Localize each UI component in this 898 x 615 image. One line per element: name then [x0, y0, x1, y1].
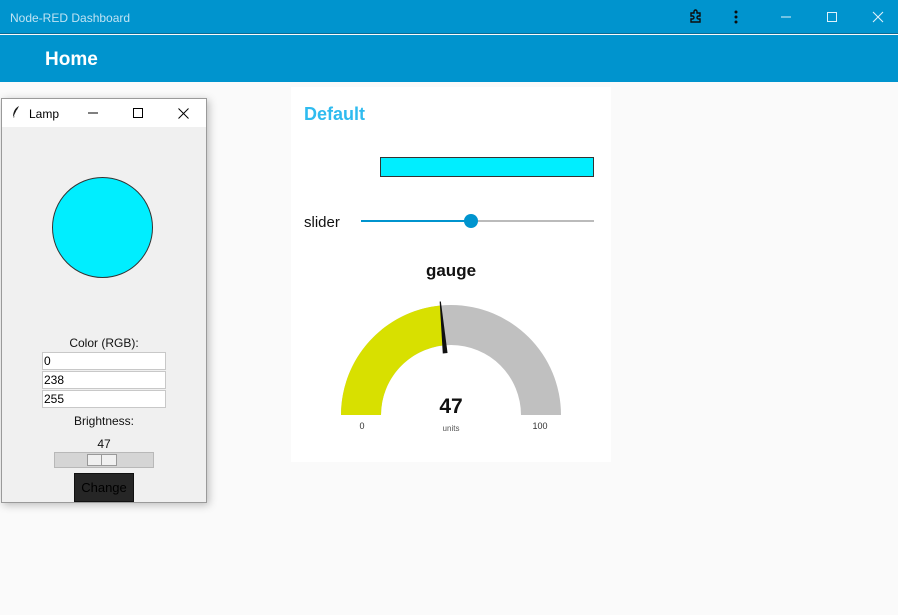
brightness-value: 47 — [97, 437, 111, 451]
gauge-min-label: 0 — [359, 421, 364, 431]
green-input[interactable] — [42, 371, 166, 389]
color-bar — [380, 157, 594, 177]
gauge: 47 units 0 100 — [341, 301, 561, 433]
lamp-maximize-icon[interactable] — [127, 103, 149, 123]
lamp-circle — [52, 177, 153, 278]
maximize-icon[interactable] — [809, 0, 855, 34]
lamp-close-icon[interactable] — [172, 103, 194, 123]
gauge-value-arc — [341, 305, 445, 415]
brightness-scale-thumb[interactable] — [86, 454, 117, 466]
gauge-max-label: 100 — [532, 421, 547, 431]
lamp-minimize-icon[interactable] — [82, 103, 104, 123]
lamp-window-title: Lamp — [29, 107, 60, 121]
blue-input[interactable] — [42, 390, 166, 408]
group-title: Default — [304, 104, 366, 124]
dashboard-group-card: Default slider gauge 47 units 0 100 — [291, 87, 611, 462]
gauge-value: 47 — [439, 395, 462, 418]
minimize-icon[interactable] — [763, 0, 809, 34]
slider-fill — [361, 220, 471, 222]
app-title: Node-RED Dashboard — [10, 11, 131, 25]
change-button[interactable]: Change — [74, 473, 134, 502]
slider-label: slider — [304, 214, 340, 231]
slider-track[interactable] — [361, 214, 594, 228]
brightness-scale[interactable] — [54, 452, 154, 468]
kebab-menu-icon[interactable] — [713, 0, 759, 34]
app-titlebar: Node-RED Dashboard — [0, 0, 898, 34]
lamp-window: Lamp Color (RGB): Brightness: 47 Change — [1, 98, 207, 503]
lamp-titlebar: Lamp — [2, 99, 206, 127]
page-title: Home — [45, 49, 98, 70]
brightness-label: Brightness: — [73, 414, 135, 428]
gauge-units: units — [443, 424, 460, 433]
dashboard-toolbar: Home — [0, 35, 898, 82]
color-label: Color (RGB): — [69, 336, 139, 350]
red-input[interactable] — [42, 352, 166, 370]
feather-icon — [11, 105, 21, 122]
close-icon[interactable] — [855, 0, 898, 34]
slider-thumb[interactable] — [463, 214, 478, 228]
gauge-title: gauge — [425, 261, 477, 280]
